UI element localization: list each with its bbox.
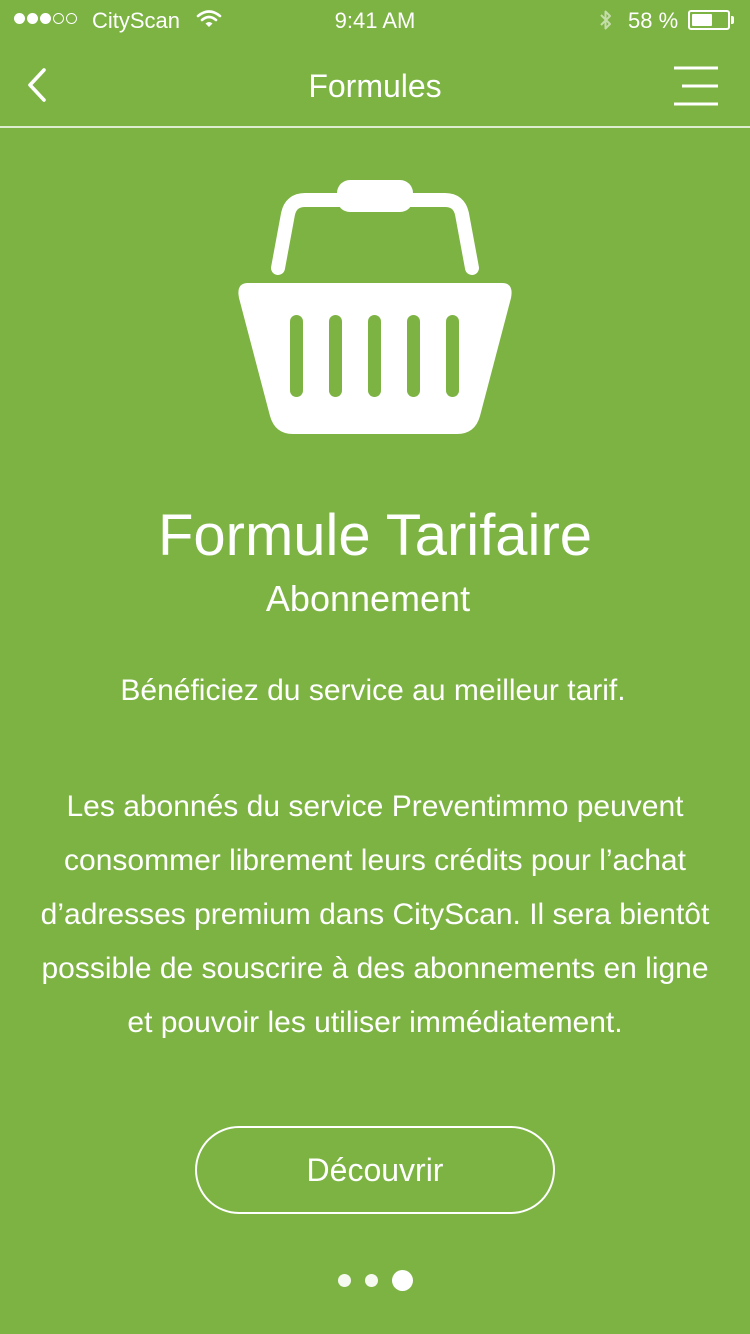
battery-tip (731, 16, 734, 24)
bluetooth-icon (598, 8, 614, 38)
menu-icon (674, 66, 718, 106)
status-bar: CityScan 9:41 AM 58 % (0, 0, 750, 40)
battery-percentage: 58 % (628, 8, 679, 33)
page-indicator[interactable] (0, 1270, 750, 1291)
navigation-bar: Formules (0, 40, 750, 128)
page-title: Formules (308, 68, 442, 104)
shopping-basket-icon (236, 178, 514, 441)
page-dot-active[interactable] (391, 1270, 413, 1291)
page-dot[interactable] (337, 1274, 351, 1287)
formula-subtitle: Abonnement (265, 578, 471, 619)
page-dot[interactable] (364, 1274, 378, 1287)
battery-icon (688, 10, 730, 30)
formula-title: Formule Tarifaire (157, 503, 593, 568)
formula-description: Les abonnés du service Preventimmo peuve… (40, 790, 710, 1039)
formula-tagline: Bénéficiez du service au meilleur tarif. (120, 674, 626, 707)
menu-button[interactable] (668, 64, 724, 108)
discover-button[interactable]: Découvrir (195, 1126, 555, 1214)
battery-level (692, 14, 712, 26)
